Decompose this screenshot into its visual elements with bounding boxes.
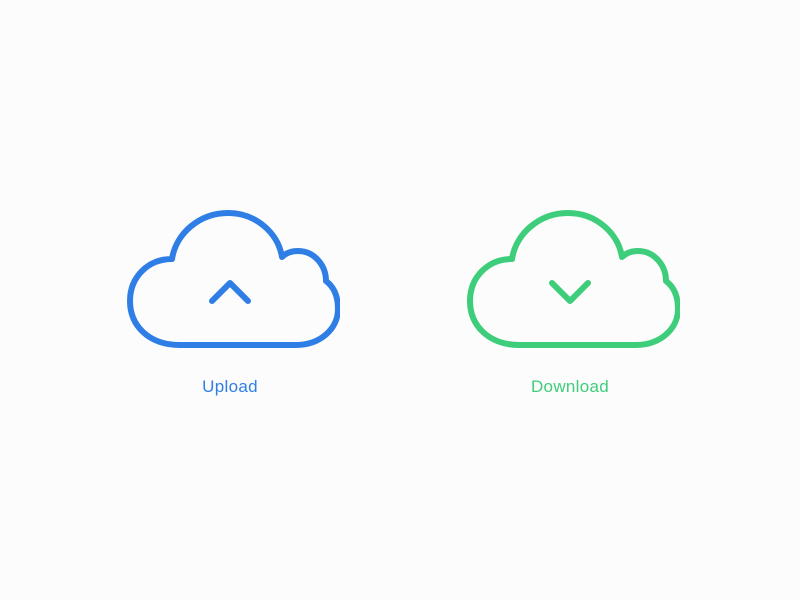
cloud-download-icon: [460, 203, 680, 363]
download-button[interactable]: Download: [460, 203, 680, 397]
download-label: Download: [531, 377, 609, 397]
upload-button[interactable]: Upload: [120, 203, 340, 397]
upload-label: Upload: [202, 377, 258, 397]
cloud-upload-icon: [120, 203, 340, 363]
